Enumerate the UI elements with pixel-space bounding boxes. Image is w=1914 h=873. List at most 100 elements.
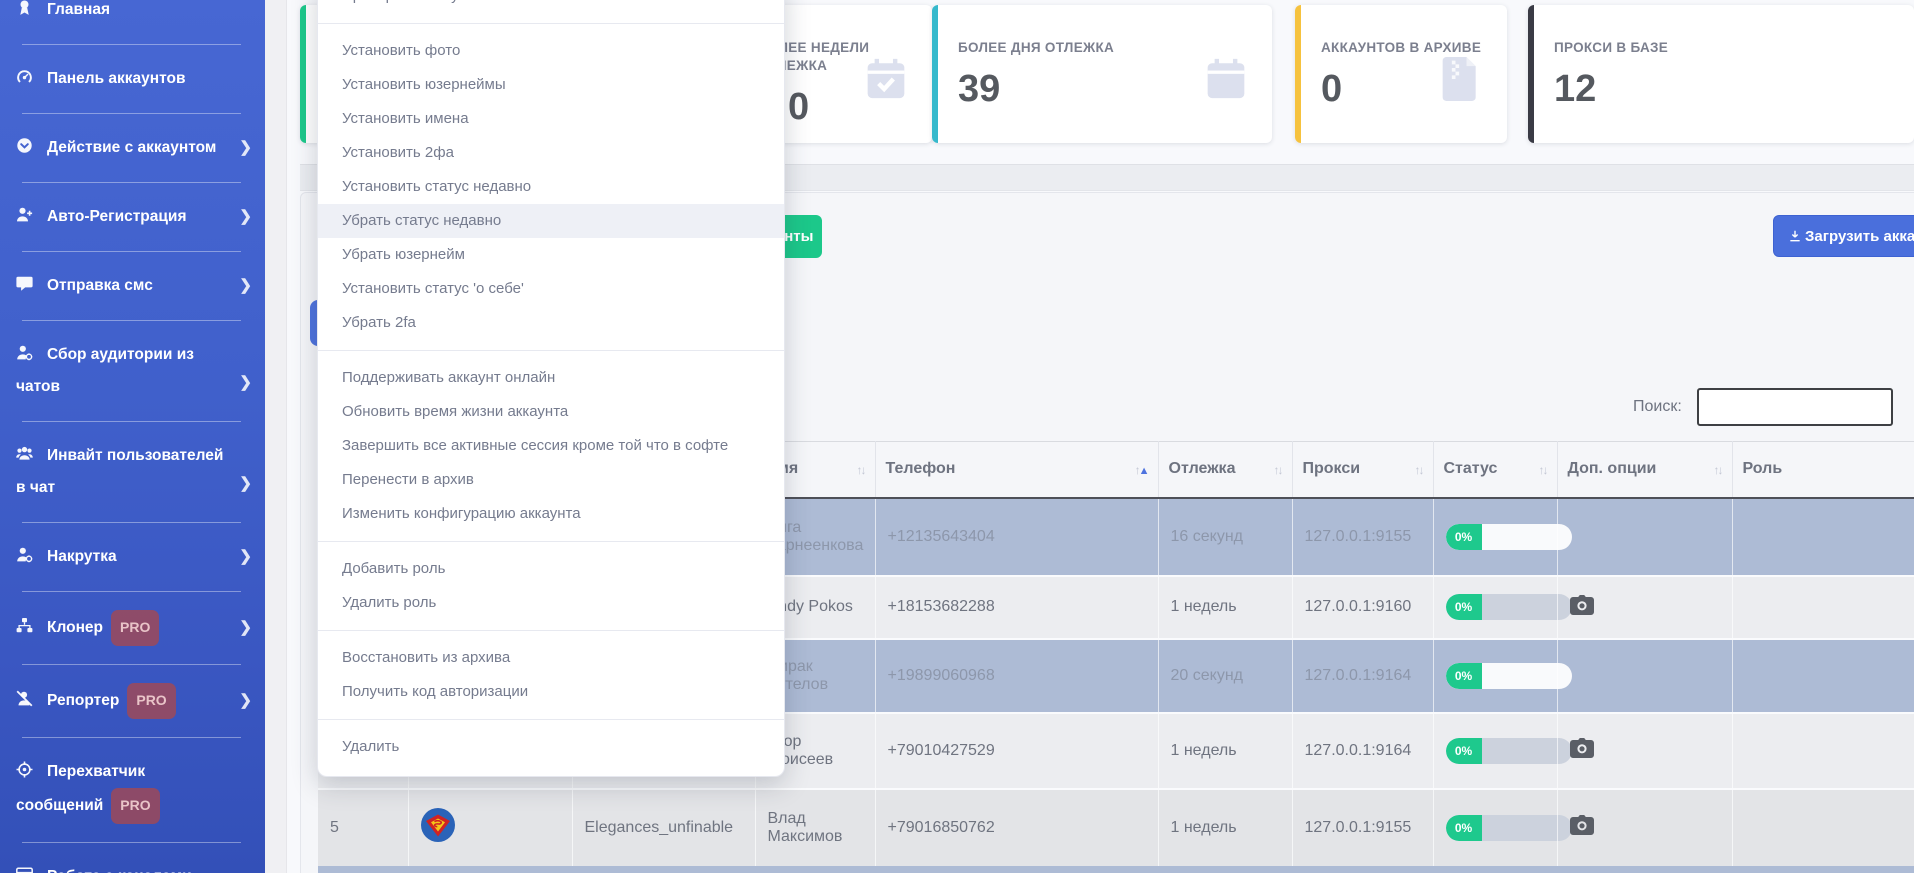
- stat-card-accent: [1295, 5, 1301, 143]
- column-header-label: Телефон: [886, 460, 956, 477]
- stat-card-label: ПРОКСИ В БАЗЕ: [1554, 39, 1894, 57]
- user-gear-icon: [16, 341, 38, 358]
- cell-status: 0%: [1433, 639, 1557, 713]
- user-gear-icon: [16, 543, 38, 560]
- sidebar-item-label: Отправка смс: [47, 277, 153, 294]
- sidebar-item-label: Клонер: [47, 619, 103, 636]
- progress-value: 0%: [1446, 594, 1482, 620]
- column-header[interactable]: Роль: [1732, 442, 1914, 498]
- sidebar-item-12[interactable]: Работа с каналамиPRO: [0, 843, 265, 873]
- menu-divider: [318, 719, 784, 720]
- menu-item[interactable]: Убрать статус недавно: [318, 204, 784, 238]
- comment-icon: [16, 272, 38, 289]
- sort-icon: ↑↓: [857, 460, 865, 477]
- column-header[interactable]: Прокси↑↓: [1292, 442, 1433, 498]
- camera-icon: [1570, 745, 1594, 762]
- cell-options: [1557, 576, 1732, 639]
- sidebar-item-11[interactable]: Перехватчик сообщенийPRO: [0, 738, 265, 842]
- stat-card-value: 12: [1554, 67, 1894, 111]
- menu-item[interactable]: Получить код авторизации: [318, 675, 784, 709]
- cell-status: 0%: [1433, 498, 1557, 576]
- search-input[interactable]: [1697, 388, 1893, 426]
- sidebar-scrollbar[interactable]: [265, 0, 287, 873]
- chevron-right-icon: ❯: [239, 270, 252, 302]
- menu-item[interactable]: Завершить все активные сессия кроме той …: [318, 429, 784, 463]
- sidebar-item-9[interactable]: КлонерPRO❯: [0, 592, 265, 664]
- menu-item[interactable]: Установить статус 'о себе': [318, 272, 784, 306]
- sidebar-item-2[interactable]: Панель аккаунтов: [0, 45, 265, 113]
- progress-value: 0%: [1446, 663, 1482, 689]
- sidebar-item-1[interactable]: Главная: [0, 0, 265, 44]
- table-row-6-partial[interactable]: [318, 866, 1914, 873]
- sidebar-item-6[interactable]: Сбор аудитории из чатов ❯: [0, 321, 265, 421]
- cell-idle: 1 недель: [1158, 789, 1292, 867]
- menu-divider: [318, 630, 784, 631]
- sidebar-item-label: Панель аккаунтов: [47, 70, 186, 87]
- cell-role: [1732, 713, 1914, 789]
- progress-bar: 0%: [1446, 663, 1572, 689]
- cell-proxy: 127.0.0.1:9160: [1292, 576, 1433, 639]
- gauge-icon: [16, 65, 38, 82]
- cell-phone: +19899060968: [875, 639, 1158, 713]
- sort-icon: ↑↓: [1415, 460, 1423, 477]
- cell-options: [1557, 789, 1732, 867]
- cell-status: 0%: [1433, 576, 1557, 639]
- column-header[interactable]: Отлежка↑↓: [1158, 442, 1292, 498]
- sidebar-item-label: Действие с аккаунтом: [47, 139, 216, 156]
- cell-status: 0%: [1433, 713, 1557, 789]
- menu-item[interactable]: Убрать юзернейм: [318, 238, 784, 272]
- menu-item[interactable]: Восстановить из архива: [318, 641, 784, 675]
- menu-item[interactable]: Обновить время жизни аккаунта: [318, 395, 784, 429]
- menu-item[interactable]: Убрать 2fa: [318, 306, 784, 340]
- column-header[interactable]: Доп. опции↑↓: [1557, 442, 1732, 498]
- camera-icon: [1570, 602, 1594, 619]
- calendar-icon: [1204, 57, 1248, 101]
- upload-accounts-button[interactable]: Загрузить аккаунты: [1773, 215, 1914, 257]
- menu-item[interactable]: Установить имена: [318, 102, 784, 136]
- sidebar-item-3[interactable]: Действие с аккаунтом❯: [0, 114, 265, 182]
- cell-proxy: 127.0.0.1:9164: [1292, 639, 1433, 713]
- cell-proxy: 127.0.0.1:9155: [1292, 789, 1433, 867]
- user-slash-icon: [16, 687, 38, 704]
- sidebar-item-10[interactable]: РепортерPRO❯: [0, 665, 265, 737]
- menu-item[interactable]: Установить фото: [318, 34, 784, 68]
- cell-idle: 1 недель: [1158, 576, 1292, 639]
- menu-item[interactable]: Установить статус недавно: [318, 170, 784, 204]
- cell-phone: +79016850762: [875, 789, 1158, 867]
- sidebar: Главная Панель аккаунтов Действие с аккаун…: [0, 0, 265, 873]
- cell-name: Влад Максимов: [755, 789, 875, 867]
- column-header-label: Отлежка: [1169, 460, 1236, 477]
- users-icon: [16, 442, 38, 459]
- menu-item[interactable]: Поддерживать аккаунт онлайн: [318, 361, 784, 395]
- stat-card-accent: [932, 5, 938, 143]
- column-header[interactable]: Телефон↑▲: [875, 442, 1158, 498]
- cell-idle: 1 недель: [1158, 713, 1292, 789]
- menu-item[interactable]: Проверить аккаунты: [318, 0, 784, 13]
- table-row[interactable]: 5Elegances_unfinableВлад Максимов+790168…: [318, 789, 1914, 867]
- menu-item[interactable]: Удалить роль: [318, 586, 784, 620]
- menu-item[interactable]: Установить юзернеймы: [318, 68, 784, 102]
- menu-divider: [318, 541, 784, 542]
- menu-divider: [318, 23, 784, 24]
- menu-item[interactable]: Изменить конфигурацию аккаунта: [318, 497, 784, 531]
- chevron-right-icon: ❯: [239, 367, 252, 399]
- progress-bar: 0%: [1446, 738, 1572, 764]
- menu-item[interactable]: Перенести в архив: [318, 463, 784, 497]
- sidebar-item-4[interactable]: Авто-Регистрация❯: [0, 183, 265, 251]
- cell-status: 0%: [1433, 789, 1557, 867]
- progress-value: 0%: [1446, 738, 1482, 764]
- sidebar-item-label: Сбор аудитории из чатов: [16, 346, 194, 395]
- sidebar-item-7[interactable]: Инвайт пользователей в чат❯: [0, 422, 265, 522]
- cell-role: [1732, 639, 1914, 713]
- menu-item[interactable]: Удалить: [318, 730, 784, 764]
- cell-idle: 20 секунд: [1158, 639, 1292, 713]
- column-header-label: Роль: [1743, 460, 1783, 477]
- menu-item[interactable]: Установить 2фа: [318, 136, 784, 170]
- menu-item[interactable]: Добавить роль: [318, 552, 784, 586]
- calendar-check-icon: [864, 57, 908, 101]
- sidebar-item-label: Инвайт пользователей в чат: [16, 447, 223, 496]
- sidebar-item-8[interactable]: Накрутка❯: [0, 523, 265, 591]
- sidebar-item-5[interactable]: Отправка смс ❯: [0, 252, 265, 320]
- column-header-label: Доп. опции: [1568, 460, 1657, 477]
- column-header[interactable]: Статус↑↓: [1433, 442, 1557, 498]
